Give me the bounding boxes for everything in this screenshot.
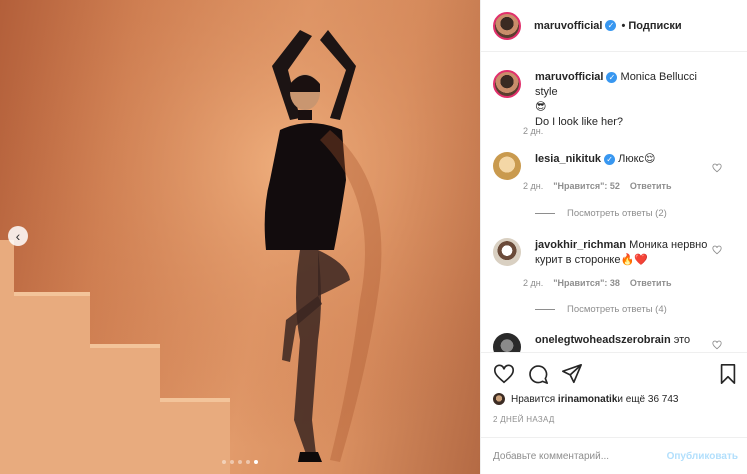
caption-time[interactable]: 2 дн. bbox=[523, 126, 543, 136]
liked-by: Нравится irinamonatik и ещё 36 743 bbox=[493, 393, 678, 405]
liked-by-prefix: Нравится bbox=[511, 393, 556, 405]
header-username[interactable]: maruvofficial bbox=[534, 20, 602, 32]
comments-list[interactable]: maruvofficial ✓ Monica Bellucci style 😎 D… bbox=[481, 52, 747, 352]
share-icon[interactable] bbox=[561, 363, 583, 385]
caption-username[interactable]: maruvofficial bbox=[535, 71, 603, 83]
verified-badge-icon: ✓ bbox=[605, 20, 617, 31]
liked-by-user[interactable]: irinamonatik bbox=[558, 394, 617, 405]
bookmark-button[interactable] bbox=[718, 363, 738, 385]
avatar[interactable] bbox=[493, 333, 521, 352]
comment-icon[interactable] bbox=[527, 363, 549, 385]
caption-meta: 2 дн. bbox=[523, 126, 543, 136]
avatar[interactable] bbox=[493, 11, 521, 40]
post-sidebar: maruvofficial ✓ • Подписки maruvofficial… bbox=[480, 0, 747, 474]
carousel-dot bbox=[230, 460, 234, 464]
verified-badge-icon: ✓ bbox=[606, 71, 618, 83]
verified-badge-icon: ✓ bbox=[604, 153, 616, 165]
comment-time[interactable]: 2 дн. bbox=[523, 278, 543, 288]
carousel-prev-button[interactable]: ‹ bbox=[8, 226, 28, 246]
heart-icon[interactable] bbox=[493, 363, 515, 385]
comment-likes[interactable]: "Нравится": 38 bbox=[553, 278, 620, 288]
post-date[interactable]: 2 ДНЕЙ НАЗАД bbox=[493, 415, 555, 424]
action-icons bbox=[493, 363, 583, 385]
comment-likes[interactable]: "Нравится": 52 bbox=[553, 181, 620, 191]
photo-illustration bbox=[0, 0, 480, 474]
avatar[interactable] bbox=[493, 152, 521, 180]
avatar[interactable] bbox=[493, 393, 505, 405]
comment-username[interactable]: javokhir_richman bbox=[535, 239, 626, 251]
post-actions: Нравится irinamonatik и ещё 36 743 2 ДНЕ… bbox=[481, 352, 747, 474]
reply-button[interactable]: Ответить bbox=[630, 181, 672, 191]
comment-item: javokhir_richman Моника нервно курит в с… bbox=[493, 238, 741, 268]
caption: maruvofficial ✓ Monica Bellucci style 😎 D… bbox=[493, 70, 741, 130]
chevron-left-icon: ‹ bbox=[15, 228, 21, 244]
post-modal: ‹ maruvofficial ✓ • Подписки maruvoffici… bbox=[0, 0, 747, 474]
caption-emoji: 😎 bbox=[535, 101, 547, 113]
view-replies-button[interactable]: Посмотреть ответы (4) bbox=[535, 304, 667, 315]
comment-item: onelegtwoheadszerobrain это bbox=[493, 333, 741, 352]
carousel-dot bbox=[246, 460, 250, 464]
carousel-dot bbox=[238, 460, 242, 464]
carousel-dot bbox=[222, 460, 226, 464]
follow-button[interactable]: • Подписки bbox=[621, 20, 681, 32]
comment-item: lesia_nikituk ✓ Люкс😌 bbox=[493, 152, 741, 180]
comment-username[interactable]: onelegtwoheadszerobrain bbox=[535, 334, 671, 346]
carousel-dot-active bbox=[254, 460, 258, 464]
comment-username[interactable]: lesia_nikituk bbox=[535, 153, 601, 165]
divider bbox=[535, 309, 555, 310]
view-replies-label: Посмотреть ответы (4) bbox=[567, 304, 667, 315]
comment-input[interactable] bbox=[493, 451, 653, 462]
post-header: maruvofficial ✓ • Подписки bbox=[481, 0, 747, 52]
comment-heart-icon[interactable] bbox=[712, 340, 722, 350]
add-comment-bar: Опубликовать bbox=[481, 437, 747, 474]
bookmark-icon bbox=[720, 364, 736, 384]
avatar[interactable] bbox=[493, 238, 521, 266]
avatar[interactable] bbox=[493, 70, 521, 98]
post-photo[interactable]: ‹ bbox=[0, 0, 480, 474]
view-replies-label: Посмотреть ответы (2) bbox=[567, 208, 667, 219]
likes-count[interactable]: и ещё 36 743 bbox=[617, 394, 678, 405]
comment-meta: 2 дн. "Нравится": 52 Ответить bbox=[523, 181, 671, 191]
comment-heart-icon[interactable] bbox=[712, 245, 722, 255]
comment-heart-icon[interactable] bbox=[712, 163, 722, 173]
publish-button[interactable]: Опубликовать bbox=[667, 451, 738, 462]
comment-text: это bbox=[673, 334, 691, 346]
reply-button[interactable]: Ответить bbox=[630, 278, 672, 288]
divider bbox=[535, 213, 555, 214]
comment-time[interactable]: 2 дн. bbox=[523, 181, 543, 191]
comment-text: Люкс😌 bbox=[618, 153, 656, 165]
comment-meta: 2 дн. "Нравится": 38 Ответить bbox=[523, 278, 671, 288]
carousel-indicator bbox=[222, 460, 258, 464]
view-replies-button[interactable]: Посмотреть ответы (2) bbox=[535, 208, 667, 219]
caption-text-2: Do I look like her? bbox=[535, 116, 624, 128]
